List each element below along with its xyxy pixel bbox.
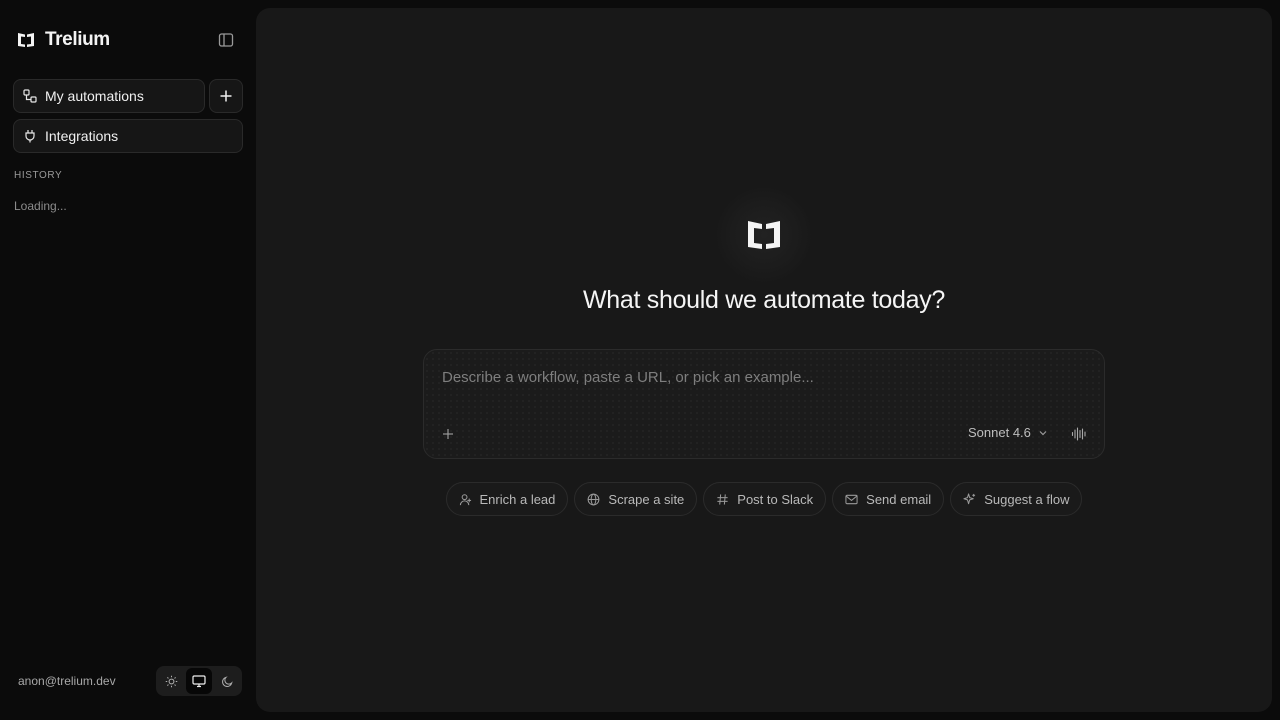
nav-my-automations-button[interactable]: My automations	[13, 79, 205, 113]
monitor-icon	[192, 675, 206, 688]
sidebar: Trelium My automations Integrations HIST…	[0, 0, 256, 720]
plus-icon	[220, 90, 232, 102]
mail-icon	[845, 494, 858, 504]
hero-logo	[714, 185, 814, 285]
theme-light-button[interactable]	[158, 668, 184, 694]
brand-name: Trelium	[45, 29, 110, 50]
sidebar-panel-icon	[218, 33, 234, 47]
trelium-logo-icon	[18, 33, 34, 47]
new-automation-button[interactable]	[209, 79, 243, 113]
suggestion-chip-label: Send email	[866, 491, 932, 507]
theme-dark-button[interactable]	[214, 668, 240, 694]
theme-toggle	[156, 666, 242, 696]
suggestion-chip-suggest-flow[interactable]: Suggest a flow	[950, 482, 1083, 516]
trelium-logo-icon	[748, 221, 780, 249]
chevron-down-icon	[1039, 430, 1047, 435]
sidebar-toggle-button[interactable]	[216, 30, 236, 50]
suggestion-chip-scrape-site[interactable]: Scrape a site	[574, 482, 698, 516]
nav-integrations-label: Integrations	[45, 128, 119, 144]
model-selector-label: Sonnet 4.6	[968, 425, 1031, 440]
suggestion-chip-label: Post to Slack	[737, 491, 814, 507]
attach-button[interactable]	[440, 426, 456, 442]
globe-icon	[588, 493, 600, 505]
waveform-icon	[1071, 427, 1086, 441]
model-selector[interactable]: Sonnet 4.6	[968, 425, 1048, 440]
prompt-input[interactable]	[440, 366, 1080, 388]
suggestion-chip-label: Suggest a flow	[984, 491, 1070, 507]
moon-icon	[221, 675, 233, 687]
suggestion-chip-send-email[interactable]: Send email	[832, 482, 945, 516]
hash-icon	[717, 493, 728, 505]
user-icon	[459, 493, 471, 505]
suggestion-chip-label: Enrich a lead	[479, 491, 556, 507]
plus-icon	[443, 429, 453, 439]
plug-icon	[25, 130, 35, 143]
sparkle-icon	[963, 492, 976, 504]
workflow-icon	[23, 89, 37, 103]
voice-input-button[interactable]	[1070, 425, 1088, 443]
suggestion-chip-enrich-lead[interactable]: Enrich a lead	[445, 482, 569, 516]
suggestion-chip-label: Scrape a site	[608, 491, 685, 507]
main-panel: What should we automate today? Sonnet 4.…	[256, 8, 1272, 712]
suggestion-chips: Enrich a lead Scrape a site Post to Slac…	[256, 482, 1272, 516]
suggestion-chip-post-slack[interactable]: Post to Slack	[703, 482, 827, 516]
history-heading: HISTORY	[14, 170, 63, 181]
theme-system-button[interactable]	[186, 668, 212, 694]
nav-my-automations-label: My automations	[45, 88, 144, 104]
brand[interactable]: Trelium	[16, 28, 110, 52]
page-title: What should we automate today?	[582, 286, 946, 314]
user-email[interactable]: anon@trelium.dev	[18, 674, 116, 688]
history-loading-status: Loading...	[14, 199, 67, 213]
sun-icon	[165, 675, 177, 687]
prompt-composer: Sonnet 4.6	[423, 349, 1105, 459]
nav-integrations-button[interactable]: Integrations	[13, 119, 243, 153]
